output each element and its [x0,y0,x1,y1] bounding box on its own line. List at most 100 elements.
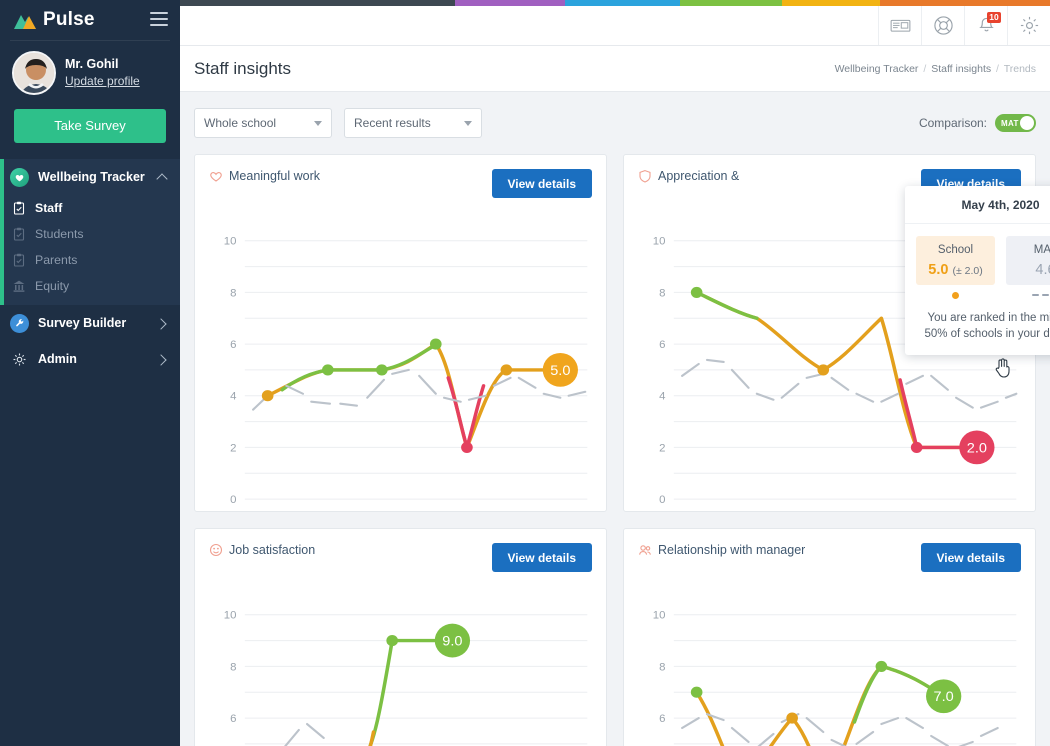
tooltip-mat-value: 4.6 [1035,262,1050,278]
shield-outline-icon [638,169,652,183]
card-title: Relationship with manager [638,543,921,557]
profile-block: Mr. Gohil Update profile [0,41,180,103]
comparison-label: Comparison: [918,116,987,130]
svg-text:10: 10 [224,236,237,248]
page-header: Staff insights Wellbeing Tracker / Staff… [180,46,1050,92]
hand-cursor-icon [995,358,1011,383]
sidebar-section-label: Wellbeing Tracker [38,170,145,184]
sidebar-item-label: Equity [35,279,70,293]
wellbeing-tracker-header[interactable]: Wellbeing Tracker [0,159,180,195]
end-badge-value: 7.0 [934,689,954,705]
top-toolbar: 10 [180,6,1050,46]
tooltip-mat-column: MAT 4.6 [1006,236,1050,285]
svg-text:6: 6 [230,339,236,351]
breadcrumb-separator: / [923,62,927,75]
avatar[interactable] [12,51,56,95]
card-title-text: Relationship with manager [658,543,806,557]
sidebar-item-equity[interactable]: Equity [0,273,180,299]
card-header: Relationship with manager View details [624,529,1035,572]
tooltip-school-column: School 5.0 (± 2.0) [916,236,995,285]
sidebar-section-wellbeing-tracker[interactable]: Wellbeing Tracker [0,159,180,195]
svg-text:10: 10 [224,610,237,622]
chevron-down-icon [314,120,322,126]
comparison-toggle[interactable]: MAT [995,114,1036,132]
chart-meaningful-work[interactable]: 1086 420 MarApr MayJun [195,199,606,511]
sidebar-item-parents[interactable]: Parents [0,247,180,273]
update-profile-link[interactable]: Update profile [65,73,140,90]
smiley-outline-icon [209,543,223,557]
card-title: Job satisfaction [209,543,492,557]
svg-text:6: 6 [659,339,665,351]
tooltip-columns: School 5.0 (± 2.0) MAT 4.6 [905,224,1050,285]
tooltip-school-range: (± 2.0) [952,265,983,277]
news-icon[interactable] [878,6,921,45]
svg-text:4: 4 [659,391,665,403]
sidebar-item-label: Staff [35,201,63,215]
sidebar-item-admin[interactable]: Admin [0,341,180,377]
tooltip-legend-marks [905,285,1050,300]
card-title-text: Meaningful work [229,169,321,183]
breadcrumb-item[interactable]: Staff insights [931,63,991,75]
svg-text:2: 2 [659,443,665,455]
profile-name: Mr. Gohil [65,57,119,71]
breadcrumb-separator: / [996,62,999,75]
chart-tooltip: May 4th, 2020 School 5.0 (± 2.0) MAT 4.6 [905,186,1050,355]
sidebar: Pulse Mr. Gohil Update profile Take Surv… [0,0,180,746]
main-area: 10 Staff insights Wellbeing Tracker / St… [180,0,1050,746]
tooltip-school-value-row: 5.0 (± 2.0) [916,262,995,278]
gear-settings-icon[interactable] [1007,6,1050,45]
bell-notification-icon[interactable]: 10 [964,6,1007,45]
scope-select[interactable]: Whole school [194,108,332,138]
card-title: Appreciation & [638,169,921,183]
card-header: Job satisfaction View details [195,529,606,572]
tooltip-school-label: School [937,244,974,256]
tooltip-mat-marker [1006,290,1050,300]
card-header: Meaningful work View details [195,155,606,198]
sidebar-item-label: Parents [35,253,78,267]
period-select-value: Recent results [354,116,431,130]
comparison-control: Comparison: MAT [919,114,1036,132]
chart-relationship-with-manager[interactable]: 10 8 6 7.0 [624,573,1035,746]
chart-job-satisfaction[interactable]: 10 8 6 9.0 [195,573,606,746]
notification-badge: 10 [987,12,1001,23]
tooltip-date: May 4th, 2020 [905,186,1050,224]
breadcrumb-item[interactable]: Wellbeing Tracker [835,63,919,75]
breadcrumb-current: Trends [1003,62,1036,75]
svg-text:2: 2 [230,443,236,455]
tooltip-school-value: 5.0 [928,262,949,278]
sidebar-item-label: Admin [38,352,77,366]
hamburger-icon[interactable] [150,12,168,26]
card-title-text: Appreciation & [658,169,740,183]
toggle-knob [1020,116,1034,130]
chevron-right-icon[interactable] [157,354,168,365]
svg-text:8: 8 [230,662,236,674]
svg-text:0: 0 [659,494,665,506]
heart-outline-icon [209,169,223,183]
lifebuoy-help-icon[interactable] [921,6,964,45]
svg-text:10: 10 [653,236,666,248]
card-job-satisfaction: Job satisfaction View details 10 8 6 9.0 [194,528,607,746]
period-select[interactable]: Recent results [344,108,482,138]
tooltip-note: You are ranked in the middle 50% of scho… [924,312,1050,340]
wrench-circle-icon [10,313,29,333]
view-details-button[interactable]: View details [491,543,592,572]
chevron-up-icon[interactable] [157,172,168,183]
sidebar-item-students[interactable]: Students [0,221,180,247]
clipboard-icon [12,253,26,267]
card-meaningful-work: Meaningful work View details 10 8 6 4 2 … [194,154,607,512]
tooltip-mat-label: MAT [1033,244,1050,256]
sidebar-item-survey-builder[interactable]: Survey Builder [0,305,180,341]
take-survey-button[interactable]: Take Survey [14,109,166,143]
sidebar-item-staff[interactable]: Staff [0,195,180,221]
clipboard-icon [12,227,26,241]
end-badge-value: 5.0 [550,363,570,379]
svg-text:0: 0 [230,494,236,506]
scope-select-value: Whole school [204,116,277,130]
end-badge-value: 2.0 [967,441,987,457]
clipboard-icon [12,201,26,215]
svg-text:4: 4 [230,391,236,403]
chevron-right-icon[interactable] [157,318,168,329]
view-details-button[interactable]: View details [920,543,1021,572]
view-details-button[interactable]: View details [491,169,592,198]
dot-marker-icon [952,291,959,299]
